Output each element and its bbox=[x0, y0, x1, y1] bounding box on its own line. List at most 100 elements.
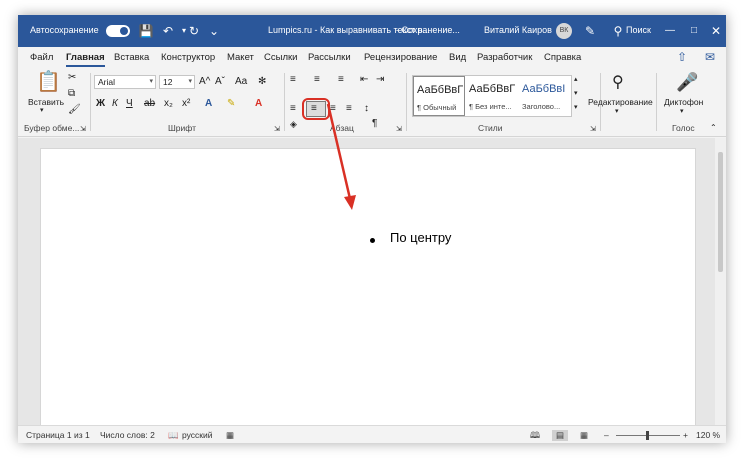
styles-more-icon[interactable]: ▾ bbox=[574, 101, 578, 115]
close-icon[interactable]: ✕ bbox=[708, 23, 724, 39]
tab-file[interactable]: Файл bbox=[30, 52, 53, 63]
style-no-spacing[interactable]: АаБбВвГ ¶ Без инте... bbox=[466, 76, 518, 116]
tab-design[interactable]: Конструктор bbox=[161, 52, 215, 63]
vertical-scrollbar[interactable] bbox=[715, 138, 726, 425]
font-color-icon[interactable]: A bbox=[255, 97, 262, 111]
style-name: ¶ Без инте... bbox=[469, 102, 512, 111]
editing-button[interactable]: Редактирование bbox=[588, 95, 653, 109]
group-label-font: Шрифт bbox=[168, 123, 196, 133]
styles-scroll-up-icon[interactable]: ▴ bbox=[574, 73, 578, 87]
tab-developer[interactable]: Разработчик bbox=[477, 52, 532, 63]
zoom-slider-handle[interactable] bbox=[646, 431, 649, 440]
underline-button[interactable]: Ч bbox=[126, 97, 133, 111]
tab-help[interactable]: Справка bbox=[544, 52, 581, 63]
word-window: Автосохранение 💾 ↶ ▾ ↻ ⌄ Lumpics.ru - Ка… bbox=[18, 15, 726, 443]
pen-icon[interactable]: ✎ bbox=[582, 23, 598, 39]
tab-view[interactable]: Вид bbox=[449, 52, 466, 63]
web-layout-icon[interactable]: ▦ bbox=[580, 430, 588, 441]
tab-references[interactable]: Ссылки bbox=[264, 52, 297, 63]
tab-home[interactable]: Главная bbox=[66, 52, 105, 67]
editing-icon[interactable]: ⚲ bbox=[612, 73, 624, 93]
multilevel-list-icon[interactable]: ≡ bbox=[338, 73, 344, 87]
proofing-icon[interactable]: 📖 bbox=[168, 430, 179, 441]
grow-font-button[interactable]: A^ bbox=[199, 75, 210, 89]
document-bullet-text[interactable]: По центру bbox=[390, 230, 451, 245]
highlight-icon[interactable]: ✎ bbox=[227, 97, 235, 111]
maximize-icon[interactable]: □ bbox=[686, 23, 702, 39]
document-page[interactable]: По центру bbox=[40, 148, 696, 428]
line-spacing-icon[interactable]: ↕ bbox=[364, 102, 369, 116]
font-name-field[interactable]: Arial ▾ bbox=[94, 75, 156, 89]
shading-icon[interactable]: ◈ bbox=[290, 117, 297, 131]
italic-button[interactable]: К bbox=[112, 97, 118, 111]
language-label[interactable]: русский bbox=[182, 430, 213, 440]
text-effects-icon[interactable]: A bbox=[205, 97, 212, 111]
search-label: Поиск bbox=[626, 25, 651, 35]
paste-button[interactable]: Вставить bbox=[28, 95, 64, 109]
shrink-font-button[interactable]: Aˇ bbox=[215, 75, 225, 89]
autosave-toggle-knob bbox=[120, 27, 128, 35]
share-icon[interactable]: ⇧ bbox=[674, 49, 690, 65]
strikethrough-button[interactable]: ab bbox=[144, 97, 155, 111]
decrease-indent-icon[interactable]: ⇤ bbox=[360, 73, 368, 87]
zoom-in-button[interactable]: + bbox=[683, 430, 688, 440]
zoom-level[interactable]: 120 % bbox=[696, 430, 720, 440]
dictate-button[interactable]: Диктофон bbox=[664, 95, 703, 109]
format-painter-icon[interactable]: 🖌 bbox=[68, 103, 81, 117]
paste-dropdown-icon[interactable]: ▾ bbox=[40, 104, 44, 118]
word-count[interactable]: Число слов: 2 bbox=[100, 430, 155, 440]
read-mode-icon[interactable]: 🕮 bbox=[530, 430, 540, 443]
save-icon[interactable]: 💾 bbox=[138, 23, 154, 39]
paragraph-launcher-icon[interactable]: ⇲ bbox=[396, 123, 402, 137]
cut-icon[interactable]: ✂ bbox=[68, 71, 76, 85]
scrollbar-thumb[interactable] bbox=[718, 152, 723, 272]
bullets-icon[interactable]: ≡ bbox=[290, 73, 296, 87]
divider bbox=[656, 73, 657, 131]
autosave-toggle[interactable] bbox=[106, 25, 130, 37]
superscript-button[interactable]: x² bbox=[182, 97, 190, 111]
redo-icon[interactable]: ↻ bbox=[186, 23, 202, 39]
search-icon: ⚲ bbox=[613, 24, 623, 38]
user-name[interactable]: Виталий Каиров bbox=[484, 25, 552, 35]
collapse-ribbon-icon[interactable]: ⌃ bbox=[710, 121, 717, 135]
microphone-icon[interactable]: 🎤 bbox=[676, 71, 698, 93]
change-case-button[interactable]: Aa bbox=[235, 75, 247, 89]
styles-launcher-icon[interactable]: ⇲ bbox=[590, 123, 596, 137]
align-left-icon[interactable]: ≡ bbox=[290, 102, 296, 116]
undo-icon[interactable]: ↶ bbox=[160, 23, 176, 39]
zoom-out-button[interactable]: – bbox=[604, 430, 609, 440]
comments-icon[interactable]: ✉ bbox=[702, 49, 718, 65]
copy-icon[interactable]: ⧉ bbox=[68, 87, 75, 101]
quick-access-more-icon[interactable]: ⌄ bbox=[206, 23, 222, 39]
clipboard-launcher-icon[interactable]: ⇲ bbox=[80, 123, 86, 137]
style-heading[interactable]: АаБбВвI Заголово... bbox=[519, 76, 571, 116]
bold-button[interactable]: Ж bbox=[96, 97, 105, 111]
subscript-button[interactable]: x₂ bbox=[164, 97, 173, 111]
tab-mailings[interactable]: Рассылки bbox=[308, 52, 351, 63]
page-count[interactable]: Страница 1 из 1 bbox=[26, 430, 90, 440]
minimize-icon[interactable]: — bbox=[662, 23, 678, 39]
clear-formatting-icon[interactable]: ✻ bbox=[258, 75, 266, 89]
font-launcher-icon[interactable]: ⇲ bbox=[274, 123, 280, 137]
style-preview: АаБбВвГ bbox=[469, 83, 516, 95]
clipboard-icon[interactable]: 📋 bbox=[36, 71, 61, 93]
chevron-down-icon: ▾ bbox=[149, 78, 153, 85]
dictate-dropdown-icon[interactable]: ▾ bbox=[680, 105, 684, 119]
accessibility-icon[interactable]: ▦ bbox=[226, 430, 234, 441]
bullet-icon bbox=[370, 238, 375, 243]
editing-dropdown-icon[interactable]: ▾ bbox=[615, 105, 619, 119]
show-formatting-icon[interactable]: ¶ bbox=[372, 117, 377, 131]
numbering-icon[interactable]: ≡ bbox=[314, 73, 320, 87]
search-box[interactable]: ⚲ Поиск bbox=[610, 22, 658, 40]
print-layout-icon[interactable]: ▤ bbox=[552, 430, 569, 441]
tab-review[interactable]: Рецензирование bbox=[364, 52, 437, 63]
tab-insert[interactable]: Вставка bbox=[114, 52, 149, 63]
align-right-icon[interactable]: ≡ bbox=[330, 102, 336, 116]
increase-indent-icon[interactable]: ⇥ bbox=[376, 73, 384, 87]
avatar[interactable]: ВК bbox=[556, 23, 572, 39]
tab-layout[interactable]: Макет bbox=[227, 52, 254, 63]
style-normal[interactable]: АаБбВвГ ¶ Обычный bbox=[413, 76, 465, 116]
styles-scroll-down-icon[interactable]: ▾ bbox=[574, 87, 578, 101]
justify-icon[interactable]: ≡ bbox=[346, 102, 352, 116]
font-size-field[interactable]: 12 ▾ bbox=[159, 75, 195, 89]
